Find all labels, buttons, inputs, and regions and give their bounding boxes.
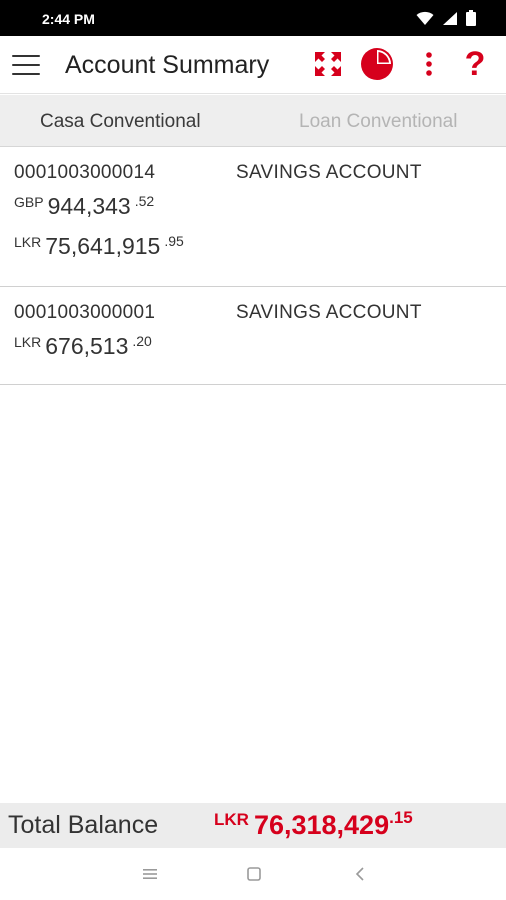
total-decimals: .15 <box>389 808 413 827</box>
wifi-icon <box>416 11 434 26</box>
help-icon[interactable]: ? <box>455 44 495 84</box>
menu-icon[interactable] <box>12 52 40 78</box>
account-summary-screen: 2:44 PM Account Summary ? Casa Conventio… <box>0 0 506 900</box>
help-glyph: ? <box>464 45 486 83</box>
status-icons <box>416 10 476 26</box>
signal-icon <box>442 11 458 26</box>
balance-decimals: .95 <box>164 233 184 249</box>
total-balance-bar: Total Balance LKR 76,318,429.15 <box>0 803 506 848</box>
balance-decimals: .52 <box>134 193 155 209</box>
battery-icon <box>466 10 476 26</box>
total-amount: 76,318,429 <box>253 810 390 840</box>
total-balance-label: Total Balance <box>8 811 159 839</box>
balance-currency: LKR <box>14 334 42 350</box>
balance-line: LKR 75,641,915.95 <box>14 233 184 260</box>
status-bar: 2:44 PM <box>0 0 506 36</box>
balance-amount: 944,343 <box>47 193 131 219</box>
account-type: SAVINGS ACCOUNT <box>236 162 422 183</box>
balance-line: LKR 676,513.20 <box>14 333 152 360</box>
pie-chart-icon[interactable] <box>357 44 397 84</box>
tab-casa-conventional[interactable]: Casa Conventional <box>40 95 201 147</box>
total-balance-value: LKR 76,318,429.15 <box>214 808 413 841</box>
recents-icon[interactable] <box>135 860 165 888</box>
total-currency: LKR <box>214 810 249 829</box>
balance-amount: 75,641,915 <box>45 233 161 259</box>
account-type: SAVINGS ACCOUNT <box>236 302 422 323</box>
account-card[interactable]: 0001003000001 SAVINGS ACCOUNT LKR 676,513… <box>0 288 506 385</box>
balance-line: GBP 944,343.52 <box>14 193 154 220</box>
account-card[interactable]: 0001003000014 SAVINGS ACCOUNT GBP 944,343… <box>0 148 506 287</box>
expand-icon[interactable] <box>308 44 348 84</box>
system-nav-bar <box>0 848 506 900</box>
back-icon[interactable] <box>345 860 375 888</box>
balance-currency: GBP <box>14 194 44 210</box>
status-time: 2:44 PM <box>42 11 95 27</box>
account-number: 0001003000001 <box>14 302 156 323</box>
balance-amount: 676,513 <box>45 333 129 359</box>
tab-loan-conventional[interactable]: Loan Conventional <box>299 95 457 147</box>
account-tabs: Casa Conventional Loan Conventional <box>0 95 506 147</box>
balance-decimals: .20 <box>132 333 152 349</box>
balance-currency: LKR <box>14 234 42 250</box>
page-title: Account Summary <box>65 51 270 79</box>
home-icon[interactable] <box>239 860 269 888</box>
account-number: 0001003000014 <box>14 162 156 183</box>
app-bar: Account Summary ? <box>0 36 506 94</box>
more-vert-icon[interactable] <box>409 44 449 84</box>
